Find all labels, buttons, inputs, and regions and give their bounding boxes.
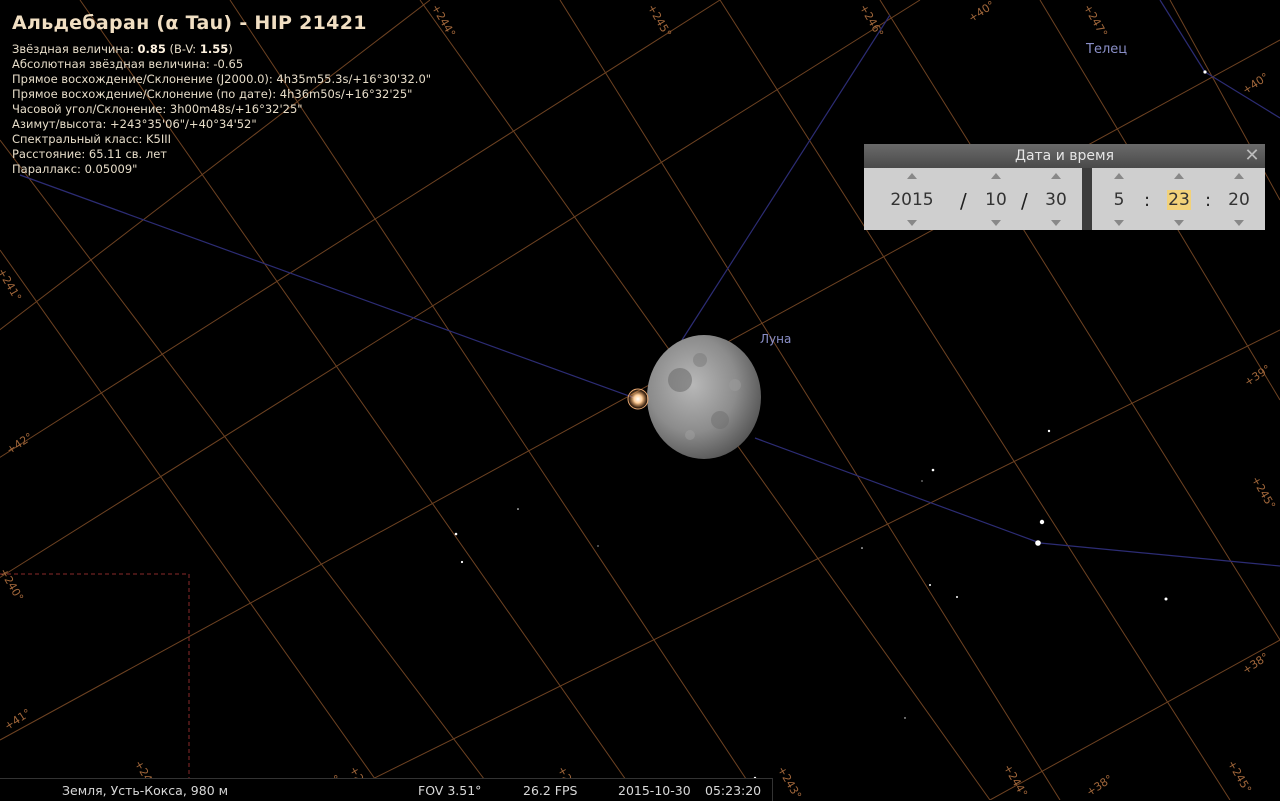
status-bar: Земля, Усть-Кокса, 980 м FOV 3.51° 26.2 …	[0, 778, 773, 801]
object-title: Альдебаран (α Tau) - HIP 21421	[12, 12, 367, 34]
info-spectral-class: Спектральный класс: K5III	[12, 132, 172, 146]
status-time: 05:23:20	[705, 783, 762, 798]
day-spinbox[interactable]: 30	[1038, 170, 1074, 230]
month-spinbox[interactable]: 10	[978, 170, 1014, 230]
minute-decrement[interactable]	[1174, 220, 1184, 226]
info-ra-dec-date: Прямое восхождение/Склонение (по дате): …	[12, 87, 413, 101]
year-decrement[interactable]	[907, 220, 917, 226]
constellation-label-taurus: Телец	[1086, 42, 1128, 57]
hour-value[interactable]: 5	[1104, 190, 1134, 210]
year-spinbox[interactable]: 2015	[882, 170, 942, 230]
dialog-divider	[1082, 168, 1092, 230]
second-value[interactable]: 20	[1222, 190, 1256, 210]
year-increment[interactable]	[907, 173, 917, 179]
info-distance: Расстояние: 65.11 св. лет	[12, 147, 167, 161]
datetime-dialog[interactable]: Дата и время ✕ 2015 / 10 / 30 5 : 23 : 2…	[864, 144, 1265, 230]
info-parallax: Параллакс: 0.05009"	[12, 162, 138, 176]
info-magnitude: Звёздная величина: 0.85 (B-V: 1.55)	[12, 42, 233, 56]
month-decrement[interactable]	[991, 220, 1001, 226]
status-fps: 26.2 FPS	[523, 783, 578, 798]
info-ra-dec-j2000: Прямое восхождение/Склонение (J2000.0): …	[12, 72, 432, 86]
day-increment[interactable]	[1051, 173, 1061, 179]
second-increment[interactable]	[1234, 173, 1244, 179]
minute-spinbox[interactable]: 23	[1162, 170, 1196, 230]
datetime-dialog-titlebar[interactable]: Дата и время ✕	[864, 144, 1265, 168]
status-location[interactable]: Земля, Усть-Кокса, 980 м	[62, 783, 228, 798]
minute-value[interactable]: 23	[1167, 190, 1191, 210]
horizon-box	[0, 573, 190, 778]
time-separator: :	[1144, 190, 1151, 211]
second-decrement[interactable]	[1234, 220, 1244, 226]
moon-label: Луна	[760, 332, 792, 346]
moon	[647, 335, 761, 459]
time-separator: :	[1205, 190, 1212, 211]
hour-increment[interactable]	[1114, 173, 1124, 179]
hour-decrement[interactable]	[1114, 220, 1124, 226]
day-decrement[interactable]	[1051, 220, 1061, 226]
second-spinbox[interactable]: 20	[1222, 170, 1256, 230]
date-separator: /	[960, 189, 967, 213]
date-separator: /	[1021, 189, 1028, 213]
minute-increment[interactable]	[1174, 173, 1184, 179]
datetime-dialog-title: Дата и время	[1015, 148, 1114, 164]
hour-spinbox[interactable]: 5	[1104, 170, 1134, 230]
info-hour-angle: Часовой угол/Склонение: 3h00m48s/+16°32'…	[12, 102, 303, 116]
status-fov: FOV 3.51°	[418, 783, 482, 798]
minute-field[interactable]: 23	[1162, 190, 1196, 210]
year-value[interactable]: 2015	[882, 190, 942, 210]
day-value[interactable]: 30	[1038, 190, 1074, 210]
info-absolute-magnitude: Абсолютная звёздная величина: -0.65	[12, 57, 244, 71]
close-icon[interactable]: ✕	[1243, 147, 1261, 165]
object-info-panel: Альдебаран (α Tau) - HIP 21421 Звёздная …	[12, 12, 431, 177]
month-value[interactable]: 10	[978, 190, 1014, 210]
aldebaran-star	[627, 388, 649, 410]
status-date: 2015-10-30	[618, 783, 691, 798]
month-increment[interactable]	[991, 173, 1001, 179]
info-az-alt: Азимут/высота: +243°35'06"/+40°34'52"	[12, 117, 257, 131]
